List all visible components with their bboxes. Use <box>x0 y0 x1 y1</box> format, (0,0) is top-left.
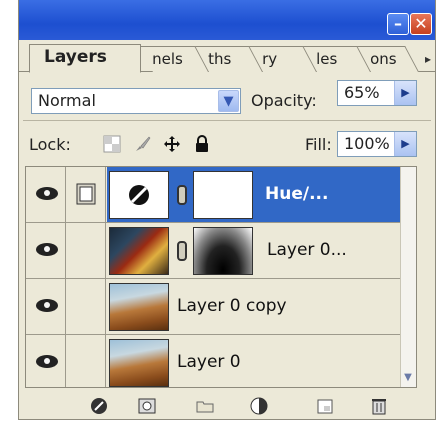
adjustment-layer-icon[interactable] <box>249 396 269 416</box>
blend-mode-select[interactable]: Normal ▼ <box>31 88 241 114</box>
mask-thumbnail[interactable] <box>193 227 253 275</box>
visibility-toggle[interactable] <box>26 335 66 387</box>
lock-row: Lock: Fill: 100% ▶ <box>19 124 435 160</box>
adjustment-icon <box>129 185 149 205</box>
layer-content[interactable]: Hue/... <box>107 167 416 222</box>
layers-panel: – ✕ ons les ry ths nels Layers ▸ Normal … <box>18 0 436 420</box>
brush-icon[interactable] <box>133 135 151 153</box>
brush-mask-icon <box>76 183 96 205</box>
visibility-toggle[interactable] <box>26 223 66 278</box>
layer-link-cell[interactable] <box>66 167 106 222</box>
layer-name: Layer 0... <box>267 240 347 260</box>
blend-mode-value: Normal <box>38 91 96 110</box>
layer-thumbnail <box>109 339 169 387</box>
layer-row[interactable]: Layer 0... <box>26 223 416 279</box>
title-bar: – ✕ <box>19 0 435 40</box>
eye-icon <box>36 187 58 200</box>
scrollbar[interactable]: ▼ <box>400 167 416 387</box>
link-layers-icon[interactable] <box>89 396 109 416</box>
layer-row[interactable]: Layer 0 copy <box>26 279 416 335</box>
lock-transparent-icon[interactable] <box>103 135 121 153</box>
minimize-icon[interactable]: – <box>387 13 409 35</box>
layer-link-cell[interactable] <box>66 279 106 334</box>
fill-field[interactable]: 100% ▶ <box>337 131 417 157</box>
layer-link-cell[interactable] <box>66 223 106 278</box>
layer-thumbnail <box>109 227 169 275</box>
eye-icon <box>36 243 58 256</box>
lock-label: Lock: <box>29 135 71 154</box>
divider <box>23 120 431 121</box>
layer-name: Layer 0 copy <box>177 296 287 316</box>
mask-thumbnail[interactable] <box>193 171 253 219</box>
adjustment-thumbnail <box>109 171 169 219</box>
layers-list: Hue/... Layer 0... Layer 0 copy Layer 0 … <box>25 166 417 388</box>
eye-icon <box>36 299 58 312</box>
close-icon[interactable]: ✕ <box>410 13 432 35</box>
layer-link-cell[interactable] <box>66 335 106 387</box>
chain-link-icon[interactable] <box>177 185 187 205</box>
eye-icon <box>36 355 58 368</box>
trash-icon[interactable] <box>369 396 389 416</box>
layer-name: Layer 0 <box>177 352 241 372</box>
panel-menu-icon[interactable]: ▸ <box>425 52 431 66</box>
opacity-field[interactable]: 65% ▶ <box>337 80 417 106</box>
fill-value: 100% <box>344 134 390 153</box>
layer-content[interactable]: Layer 0 copy <box>107 279 416 334</box>
layer-content[interactable]: Layer 0... <box>107 223 416 278</box>
layer-content[interactable]: Layer 0 <box>107 335 416 387</box>
layer-row[interactable]: Hue/... <box>26 167 416 223</box>
layer-thumbnail <box>109 283 169 331</box>
move-icon[interactable] <box>163 135 181 153</box>
visibility-toggle[interactable] <box>26 279 66 334</box>
opacity-value: 65% <box>344 83 380 102</box>
scroll-down-icon[interactable]: ▼ <box>400 369 416 387</box>
visibility-toggle[interactable] <box>26 167 66 222</box>
opacity-slider-arrow-icon[interactable]: ▶ <box>394 81 416 105</box>
chevron-down-icon[interactable]: ▼ <box>218 90 239 112</box>
new-group-icon[interactable] <box>195 396 215 416</box>
panel-footer <box>19 392 435 420</box>
fill-label: Fill: <box>305 135 332 154</box>
layer-row[interactable]: Layer 0 <box>26 335 416 387</box>
lock-icon[interactable] <box>193 135 211 153</box>
layer-name: Hue/... <box>265 184 329 204</box>
tab-bar: ons les ry ths nels Layers ▸ <box>19 40 435 73</box>
new-layer-icon[interactable] <box>315 396 335 416</box>
opacity-label: Opacity: <box>251 91 317 110</box>
chain-link-icon[interactable] <box>177 241 187 261</box>
blend-row: Normal ▼ Opacity: 65% ▶ <box>19 80 435 116</box>
layer-mask-icon[interactable] <box>137 396 157 416</box>
fill-slider-arrow-icon[interactable]: ▶ <box>394 132 416 156</box>
tab-layers[interactable]: Layers <box>29 44 141 73</box>
